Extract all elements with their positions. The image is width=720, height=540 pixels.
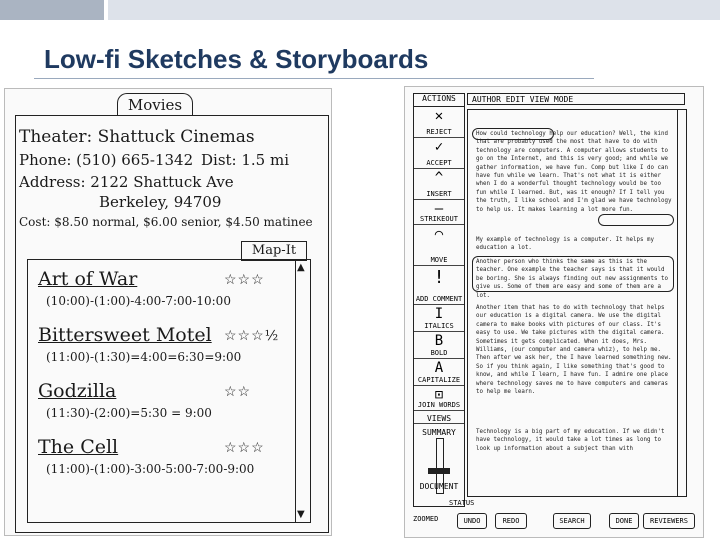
- join-words-tool[interactable]: ⊡ JOIN WORDS: [414, 386, 464, 411]
- top-decoration-bar: [0, 0, 720, 22]
- move-arc-icon: ⌒: [434, 226, 444, 242]
- zoom-slider-handle[interactable]: [428, 468, 450, 474]
- movie-listing-sketch: Movies Theater: Shattuck Cinemas Phone: …: [4, 88, 332, 536]
- menu-bar[interactable]: AUTHOR EDIT VIEW MODE: [467, 93, 685, 105]
- city-line: Berkeley, 94709: [99, 193, 222, 211]
- movie-title[interactable]: Bittersweet Motel: [38, 324, 212, 346]
- movie-rating-stars: ☆☆☆½: [224, 328, 280, 344]
- undo-button[interactable]: UNDO: [457, 513, 487, 529]
- movie-title[interactable]: The Cell: [38, 436, 118, 458]
- zoomed-label: ZOOMED: [413, 515, 439, 523]
- tool-label: ITALICS: [424, 322, 454, 330]
- move-tool[interactable]: ⌒ MOVE: [414, 225, 464, 266]
- tool-label: ACCEPT: [426, 159, 452, 167]
- caret-icon: ^: [434, 170, 444, 186]
- scroll-down-icon[interactable]: ▼: [297, 509, 305, 520]
- document-label: DOCUMENT: [419, 482, 459, 491]
- document-paragraph: How could technology help our education?…: [476, 131, 672, 213]
- actions-palette: ACTIONS ✕ REJECT ✓ ACCEPT ^ INSERT — STR…: [413, 93, 465, 507]
- tool-label: CAPITALIZE: [417, 376, 461, 384]
- tool-label: JOIN WORDS: [417, 401, 461, 409]
- tool-label: STRIKEOUT: [420, 215, 458, 223]
- document-pane: How could technology help our education?…: [467, 109, 687, 497]
- tool-label: ADD COMMENT: [415, 295, 463, 303]
- document-editor-sketch: ACTIONS ✕ REJECT ✓ ACCEPT ^ INSERT — STR…: [404, 86, 704, 538]
- italic-icon: I: [434, 306, 444, 322]
- tool-label: INSERT: [426, 190, 452, 198]
- slide-title: Low-fi Sketches & Storyboards: [44, 44, 429, 74]
- checkmark-icon: ✓: [434, 139, 444, 155]
- movie-list: ▲ ▼ Art of War ☆☆☆ (10:00)-(1:00)-4:00-7…: [27, 259, 311, 523]
- insert-tool[interactable]: ^ INSERT: [414, 169, 464, 200]
- edit-mark-box[interactable]: [598, 214, 674, 226]
- status-label: STATUS: [449, 499, 475, 507]
- document-paragraph: Another item that has to do with technol…: [476, 305, 672, 396]
- comment-highlight[interactable]: [472, 256, 674, 292]
- bold-tool[interactable]: B BOLD: [414, 332, 464, 359]
- done-button[interactable]: DONE: [609, 513, 639, 529]
- movie-rating-stars: ☆☆☆: [224, 272, 265, 288]
- movie-title[interactable]: Godzilla: [38, 380, 116, 402]
- reviewers-button[interactable]: REVIEWERS: [643, 513, 695, 529]
- distance-line: Dist: 1.5 mi: [201, 151, 290, 169]
- movie-title[interactable]: Art of War: [38, 268, 137, 290]
- title-underline: [34, 78, 594, 79]
- strikeout-tool[interactable]: — STRIKEOUT: [414, 200, 464, 225]
- tool-label: BOLD: [430, 349, 448, 357]
- tool-label: REJECT: [426, 128, 452, 136]
- cost-line: Cost: $8.50 normal, $6.00 senior, $4.50 …: [19, 215, 313, 229]
- views-label: VIEWS: [414, 414, 464, 424]
- summary-label: SUMMARY: [422, 428, 456, 437]
- document-scrollbar[interactable]: [677, 110, 686, 496]
- search-button[interactable]: SEARCH: [553, 513, 591, 529]
- italics-tool[interactable]: I ITALICS: [414, 305, 464, 332]
- accept-tool[interactable]: ✓ ACCEPT: [414, 138, 464, 169]
- exclamation-icon: !: [433, 267, 445, 288]
- capitalize-tool[interactable]: A CAPITALIZE: [414, 359, 464, 386]
- scroll-up-icon[interactable]: ▲: [297, 262, 305, 273]
- movie-showtimes: (11:30)-(2:00)=5:30 = 9:00: [46, 406, 212, 420]
- capitalize-icon: A: [434, 360, 444, 376]
- document-paragraph: My example of technology is a computer. …: [476, 237, 654, 252]
- phone-line: Phone: (510) 665-1342: [19, 151, 194, 169]
- movie-rating-stars: ☆☆☆: [224, 440, 265, 456]
- reject-icon: ✕: [434, 108, 444, 124]
- add-comment-tool[interactable]: ! ADD COMMENT: [414, 266, 464, 305]
- movie-showtimes: (11:00)-(1:30)=4:00=6:30=9:00: [46, 350, 242, 364]
- actions-header: ACTIONS: [414, 94, 464, 107]
- reject-tool[interactable]: ✕ REJECT: [414, 107, 464, 138]
- edit-mark-circle[interactable]: [472, 128, 554, 140]
- movie-showtimes: (10:00)-(1:00)-4:00-7:00-10:00: [46, 294, 231, 308]
- movie-list-scrollbar[interactable]: ▲ ▼: [295, 260, 310, 522]
- movies-tab[interactable]: Movies: [117, 93, 193, 116]
- theater-line: Theater: Shattuck Cinemas: [19, 127, 255, 147]
- document-paragraph: Technology is a big part of my education…: [476, 429, 665, 452]
- map-it-button[interactable]: Map-It: [241, 241, 307, 261]
- movie-showtimes: (11:00)-(1:00)-3:00-5:00-7:00-9:00: [46, 462, 255, 476]
- tool-label: MOVE: [430, 256, 448, 264]
- address-line: Address: 2122 Shattuck Ave: [19, 173, 234, 191]
- top-bar-dark-segment: [0, 0, 104, 20]
- movie-rating-stars: ☆☆: [224, 384, 252, 400]
- top-bar-light-segment: [108, 0, 720, 20]
- bold-icon: B: [434, 333, 444, 349]
- redo-button[interactable]: REDO: [495, 513, 527, 529]
